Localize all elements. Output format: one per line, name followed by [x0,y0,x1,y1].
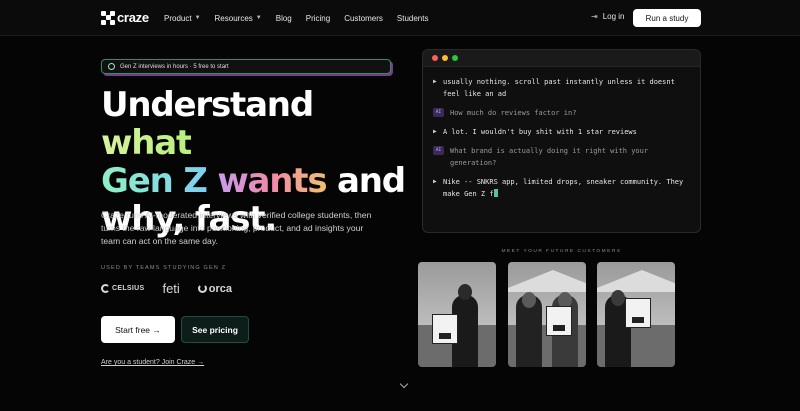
answer-with-cursor: Nike -- SNKRS app, limited drops, sneake… [443,176,690,200]
answer-text: usually nothing. scroll past instantly u… [443,78,675,98]
nav-links: Product ▼ Resources ▼ Blog Pricing Custome… [164,0,442,36]
customer-photo [597,262,675,367]
start-free-button[interactable]: Start free → [101,316,175,343]
terminal-titlebar [423,50,700,67]
meet-customers-label: MEET YOUR FUTURE CUSTOMERS [501,249,622,254]
prompt-icon: ▶ [433,178,437,185]
terminal-body: ▶ usually nothing. scroll past instantly… [423,67,700,200]
login-label: Log in [602,12,625,21]
used-by-label: USED BY TEAMS STUDYING GEN Z [101,265,227,271]
transcript-answer: ▶ A lot. I wouldn't buy shit with 1 star… [433,126,690,138]
login-link[interactable]: ⇥ Log in [591,12,625,21]
login-icon: ⇥ [591,12,598,21]
headline-gen-z: Gen Z [101,161,208,201]
answer-text: A lot. I wouldn't buy shit with 1 star r… [443,128,637,136]
craze-sign-icon [546,306,572,336]
transcript-question: AI What brand is actually doing it right… [433,145,690,169]
nav-product-label: Product [164,13,192,23]
run-study-button[interactable]: Run a study [633,9,701,27]
customer-photo [418,262,496,367]
craze-logo-icon [101,10,115,25]
clock-icon [108,63,115,70]
headline-wants: wants [217,161,327,201]
celsius-logo: CELSIUS [101,284,144,293]
customer-photo [508,262,586,367]
prompt-icon: ▶ [433,128,437,135]
nav-students[interactable]: Students [397,14,429,23]
close-dot-icon [432,55,438,61]
headline-and: and [326,161,406,201]
nav-customers[interactable]: Customers [344,14,383,23]
prompt-icon: ▶ [433,78,437,85]
question-text: What brand is actually doing it right wi… [450,147,649,167]
nav-pricing[interactable]: Pricing [306,14,330,23]
transcript-question: AI How much do reviews factor in? [433,107,690,119]
top-nav: craze Product ▼ Resources ▼ Blog Pricing C… [0,0,800,36]
nav-resources-label: Resources [214,13,253,23]
orca-text: orca [208,282,233,295]
question-text: How much do reviews factor in? [450,109,577,117]
headline-understand: Understand [101,85,314,125]
interview-terminal: ▶ usually nothing. scroll past instantly… [422,49,701,233]
nav-blog[interactable]: Blog [276,14,292,23]
transcript-answer: ▶ Nike -- SNKRS app, limited drops, snea… [433,176,690,200]
headline-what: what [101,123,192,163]
craze-logo[interactable]: craze [101,10,149,25]
nav-resources[interactable]: Resources ▼ [215,14,262,23]
hero-badge: Gen Z interviews in hours · 5 free to st… [101,59,391,74]
chevron-down-icon: ▼ [194,15,201,21]
headline-space [207,161,218,201]
nav-product[interactable]: Product ▼ [164,14,201,23]
craze-sign-icon [625,298,651,328]
maximize-dot-icon [452,55,458,61]
hero-description: Craze runs AI-moderated interviews with … [101,210,372,246]
ai-badge: AI [433,108,444,117]
minimize-dot-icon [442,55,448,61]
scroll-down-chevron-icon[interactable] [399,379,409,389]
logo-text: craze [117,10,149,25]
chevron-down-icon: ▼ [255,15,262,21]
feti-logo: feti [162,281,180,296]
craze-sign-icon [432,314,458,344]
see-pricing-button[interactable]: See pricing [181,316,249,343]
answer-text: Nike -- SNKRS app, limited drops, sneake… [443,178,684,198]
student-join-link[interactable]: Are you a student? Join Craze → [101,359,204,366]
transcript-answer: ▶ usually nothing. scroll past instantly… [433,76,690,100]
badge-text: Gen Z interviews in hours · 5 free to st… [120,63,229,70]
celsius-text: CELSIUS [112,285,145,292]
ai-badge: AI [433,146,444,155]
typing-cursor [493,189,498,197]
customer-logos: CELSIUS feti orca [101,281,232,296]
orca-logo: orca [197,282,233,295]
orca-mark-icon [197,284,207,293]
celsius-mark-icon [101,284,110,293]
